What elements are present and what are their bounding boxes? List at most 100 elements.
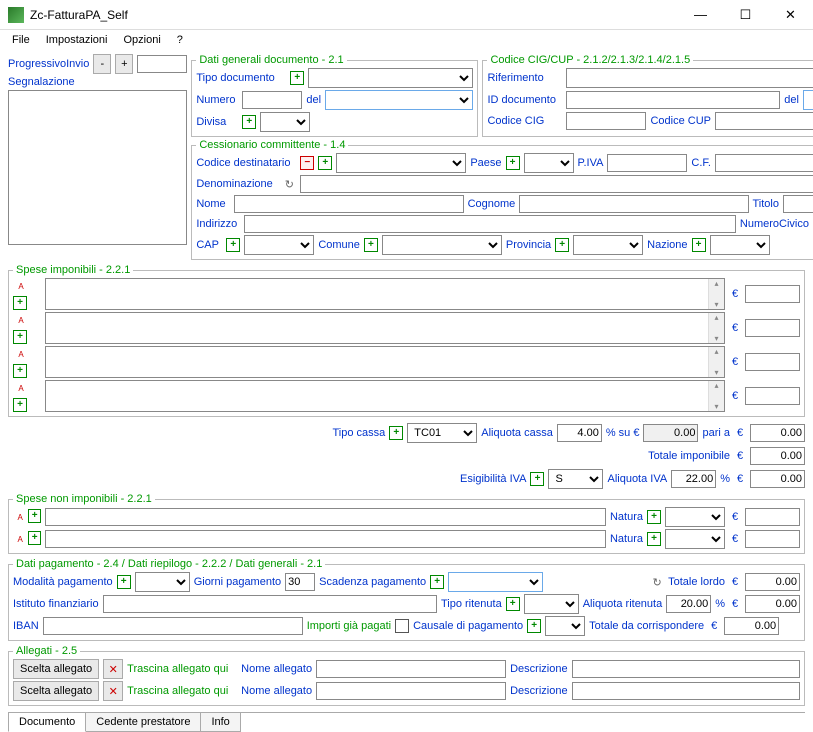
numero-input[interactable]: [242, 91, 302, 109]
natura-select-1[interactable]: [665, 507, 725, 527]
sort-icon[interactable]: [13, 279, 29, 295]
refresh-icon[interactable]: ↻: [650, 575, 664, 589]
add-icon[interactable]: +: [647, 510, 661, 524]
add-icon[interactable]: +: [242, 115, 256, 129]
aliquota-iva-input[interactable]: [671, 470, 716, 488]
sort-icon[interactable]: [13, 347, 29, 363]
paese-select[interactable]: [524, 153, 574, 173]
spese-item-3[interactable]: ▴▾: [45, 346, 725, 378]
natura-select-2[interactable]: [665, 529, 725, 549]
divisa-select[interactable]: [260, 112, 310, 132]
scadenza-select[interactable]: [448, 572, 543, 592]
progressivo-plus[interactable]: +: [115, 54, 133, 74]
add-icon[interactable]: +: [527, 619, 541, 633]
causale-select[interactable]: [545, 616, 585, 636]
spese-non-item-2[interactable]: [45, 530, 606, 548]
remove-attachment-1[interactable]: ✕: [103, 659, 123, 679]
totale-imponibile-input[interactable]: [750, 447, 805, 465]
tab-info[interactable]: Info: [200, 713, 240, 732]
spese-amount-4[interactable]: [745, 387, 800, 405]
add-icon[interactable]: +: [692, 238, 706, 252]
del2-select[interactable]: [803, 90, 813, 110]
totale-lordo-input[interactable]: [745, 573, 800, 591]
spese-non-item-1[interactable]: [45, 508, 606, 526]
add-icon[interactable]: +: [647, 532, 661, 546]
spese-amount-1[interactable]: [745, 285, 800, 303]
aliquota-cassa-input[interactable]: [557, 424, 602, 442]
add-icon[interactable]: +: [506, 597, 520, 611]
titolo-input[interactable]: [783, 195, 813, 213]
descrizione-input-1[interactable]: [572, 660, 800, 678]
scelta-allegato-2[interactable]: Scelta allegato: [13, 681, 99, 701]
cap-select[interactable]: [244, 235, 314, 255]
scelta-allegato-1[interactable]: Scelta allegato: [13, 659, 99, 679]
add-icon[interactable]: +: [364, 238, 378, 252]
modalita-select[interactable]: [135, 572, 190, 592]
sort-icon[interactable]: [13, 313, 29, 329]
sort-icon[interactable]: [13, 509, 27, 525]
progressivo-minus[interactable]: -: [93, 54, 111, 74]
tab-documento[interactable]: Documento: [8, 713, 86, 732]
cf-input[interactable]: [715, 154, 813, 172]
nome-allegato-input-2[interactable]: [316, 682, 506, 700]
sort-icon[interactable]: [13, 531, 27, 547]
spese-item-2[interactable]: ▴▾: [45, 312, 725, 344]
menu-opzioni[interactable]: Opzioni: [118, 32, 167, 48]
add-icon[interactable]: +: [430, 575, 444, 589]
codice-dest-select[interactable]: [336, 153, 466, 173]
menu-file[interactable]: File: [6, 32, 36, 48]
iva-amount-input[interactable]: [750, 470, 805, 488]
iban-input[interactable]: [43, 617, 303, 635]
istituto-input[interactable]: [103, 595, 437, 613]
add-icon[interactable]: +: [226, 238, 240, 252]
cognome-input[interactable]: [519, 195, 748, 213]
add-icon[interactable]: +: [506, 156, 520, 170]
totale-corr-input[interactable]: [724, 617, 779, 635]
close-button[interactable]: ✕: [768, 0, 813, 29]
add-icon[interactable]: +: [28, 509, 41, 523]
codice-cig-input[interactable]: [566, 112, 646, 130]
add-icon[interactable]: +: [28, 531, 41, 545]
esigibilita-select[interactable]: S: [548, 469, 603, 489]
provincia-select[interactable]: [573, 235, 643, 255]
codice-cup-input[interactable]: [715, 112, 813, 130]
spese-item-4[interactable]: ▴▾: [45, 380, 725, 412]
indirizzo-input[interactable]: [244, 215, 736, 233]
importi-pagati-checkbox[interactable]: [395, 619, 409, 633]
spese-amount-2[interactable]: [745, 319, 800, 337]
remove-attachment-2[interactable]: ✕: [103, 681, 123, 701]
add-icon[interactable]: +: [13, 364, 27, 378]
progressivo-input[interactable]: [137, 55, 187, 73]
descrizione-input-2[interactable]: [572, 682, 800, 700]
refresh-icon[interactable]: ↻: [282, 177, 296, 191]
menu-impostazioni[interactable]: Impostazioni: [40, 32, 114, 48]
tipo-cassa-select[interactable]: TC01: [407, 423, 477, 443]
giorni-input[interactable]: [285, 573, 315, 591]
denominazione-input[interactable]: [300, 175, 813, 193]
spese-amount-3[interactable]: [745, 353, 800, 371]
del-select[interactable]: [325, 90, 473, 110]
id-documento-input[interactable]: [566, 91, 780, 109]
add-icon[interactable]: +: [318, 156, 332, 170]
piva-input[interactable]: [607, 154, 687, 172]
menu-help[interactable]: ?: [171, 32, 189, 48]
add-icon[interactable]: +: [117, 575, 131, 589]
tipo-ritenuta-select[interactable]: [524, 594, 579, 614]
ritenuta-amount-input[interactable]: [745, 595, 800, 613]
nazione-select[interactable]: [710, 235, 770, 255]
nome-allegato-input-1[interactable]: [316, 660, 506, 678]
aliquota-ritenuta-input[interactable]: [666, 595, 711, 613]
add-icon[interactable]: +: [389, 426, 403, 440]
add-icon[interactable]: +: [555, 238, 569, 252]
maximize-button[interactable]: ☐: [723, 0, 768, 29]
spese-non-amount-1[interactable]: [745, 508, 800, 526]
spese-non-amount-2[interactable]: [745, 530, 800, 548]
riferimento-select[interactable]: [566, 68, 813, 88]
remove-icon[interactable]: −: [300, 156, 314, 170]
add-icon[interactable]: +: [13, 330, 27, 344]
add-icon[interactable]: +: [290, 71, 304, 85]
nome-input[interactable]: [234, 195, 463, 213]
add-icon[interactable]: +: [13, 398, 27, 412]
sort-icon[interactable]: [13, 381, 29, 397]
tab-cedente[interactable]: Cedente prestatore: [85, 713, 201, 732]
